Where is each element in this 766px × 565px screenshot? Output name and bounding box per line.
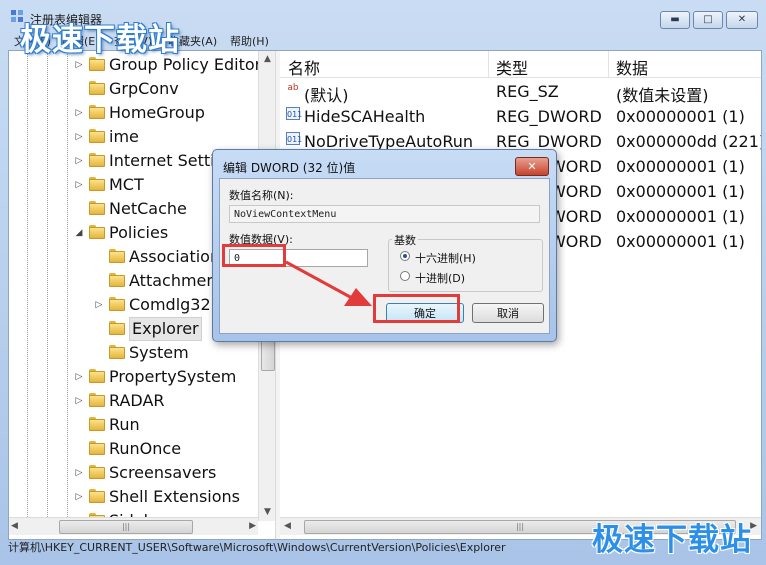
column-separator[interactable] bbox=[608, 51, 609, 77]
expand-arrow-icon[interactable]: ▷ bbox=[73, 485, 85, 509]
folder-icon bbox=[89, 489, 105, 503]
folder-icon bbox=[89, 369, 105, 383]
folder-icon bbox=[89, 201, 105, 215]
scroll-left-arrow-icon[interactable]: ◀ bbox=[11, 518, 18, 535]
column-separator[interactable] bbox=[488, 51, 489, 77]
value-name: HideSCAHealth bbox=[304, 107, 426, 126]
folder-icon bbox=[89, 57, 105, 71]
value-type: REG_DWORD bbox=[496, 107, 602, 126]
scroll-right-arrow-icon[interactable]: ▶ bbox=[249, 518, 256, 535]
folder-icon bbox=[89, 81, 105, 95]
tree-horizontal-scrollbar[interactable]: ◀ ||| ▶ bbox=[9, 517, 258, 535]
tree-guide-line bbox=[67, 51, 68, 521]
folder-icon bbox=[89, 105, 105, 119]
string-value-icon: ab bbox=[287, 83, 299, 93]
table-row[interactable]: 011 HideSCAHealth REG_DWORD 0x00000001 (… bbox=[280, 104, 761, 129]
scroll-up-arrow-icon[interactable]: ▲ bbox=[259, 51, 275, 68]
tree-guide-line bbox=[27, 51, 28, 521]
radio-unchecked-icon[interactable] bbox=[400, 271, 410, 281]
folder-icon bbox=[89, 129, 105, 143]
expand-arrow-icon[interactable]: ▷ bbox=[73, 461, 85, 485]
expand-arrow-icon[interactable]: ▷ bbox=[73, 149, 85, 173]
folder-icon bbox=[89, 153, 105, 167]
value-type: REG_SZ bbox=[496, 82, 559, 101]
folder-icon bbox=[89, 177, 105, 191]
expand-arrow-icon[interactable]: ▷ bbox=[73, 173, 85, 197]
value-name: (默认) bbox=[304, 86, 349, 105]
folder-icon bbox=[109, 345, 125, 359]
value-data: 0x000000dd (221) bbox=[616, 132, 761, 151]
value-data: (数值未设置) bbox=[616, 86, 709, 105]
radio-checked-icon[interactable] bbox=[400, 251, 410, 261]
column-header-type[interactable]: 类型 bbox=[496, 55, 528, 79]
folder-icon bbox=[109, 249, 125, 263]
folder-icon bbox=[89, 393, 105, 407]
highlight-box-data-input bbox=[222, 244, 286, 267]
registry-editor-window: 注册表编辑器 ▬ □ ✕ 文件(F) 编辑(E) 查看(V) 收藏夹(A) 帮助… bbox=[0, 0, 766, 565]
maximize-button[interactable]: □ bbox=[693, 11, 723, 29]
watermark-top: 极速下载站 bbox=[20, 22, 180, 58]
collapse-arrow-icon[interactable]: ◢ bbox=[73, 221, 85, 245]
value-data: 0x00000001 (1) bbox=[616, 207, 745, 226]
value-name-field: NoViewContextMenu bbox=[229, 205, 540, 223]
column-header-data[interactable]: 数据 bbox=[616, 55, 648, 79]
folder-icon bbox=[89, 441, 105, 455]
expand-arrow-icon[interactable]: ▷ bbox=[93, 293, 105, 317]
expand-arrow-icon[interactable]: ▷ bbox=[73, 365, 85, 389]
table-row[interactable]: ab (默认) REG_SZ (数值未设置) bbox=[280, 79, 761, 105]
close-button[interactable]: ✕ bbox=[726, 11, 758, 29]
dialog-title: 编辑 DWORD (32 位)值 bbox=[223, 161, 356, 175]
binary-value-icon: 011 bbox=[286, 132, 302, 145]
folder-icon bbox=[89, 465, 105, 479]
value-data: 0x00000001 (1) bbox=[616, 232, 745, 251]
value-data: 0x00000001 (1) bbox=[616, 157, 745, 176]
value-data: 0x00000001 (1) bbox=[616, 182, 745, 201]
scroll-down-arrow-icon[interactable]: ▼ bbox=[259, 504, 275, 521]
value-name-label: 数值名称(N): bbox=[229, 189, 294, 202]
folder-icon bbox=[89, 417, 105, 431]
folder-icon bbox=[109, 297, 125, 311]
menu-help[interactable]: 帮助(H) bbox=[230, 33, 269, 49]
watermark-bottom: 极速下载站 bbox=[592, 522, 752, 558]
binary-value-icon: 011 bbox=[286, 107, 302, 120]
expand-arrow-icon[interactable]: ▷ bbox=[73, 101, 85, 125]
value-data: 0x00000001 (1) bbox=[616, 107, 745, 126]
scroll-left-arrow-icon[interactable]: ◀ bbox=[284, 518, 291, 535]
cancel-button[interactable]: 取消 bbox=[472, 303, 544, 323]
folder-icon bbox=[109, 321, 125, 335]
column-header-name[interactable]: 名称 bbox=[288, 55, 320, 79]
tree-guide-line bbox=[47, 51, 48, 521]
tree-hscroll-thumb[interactable]: ||| bbox=[59, 520, 193, 534]
minimize-button[interactable]: ▬ bbox=[660, 11, 690, 29]
expand-arrow-icon[interactable]: ▷ bbox=[73, 125, 85, 149]
expand-arrow-icon[interactable]: ▷ bbox=[73, 389, 85, 413]
folder-icon bbox=[109, 273, 125, 287]
dialog-close-button[interactable]: ✕ bbox=[515, 157, 549, 176]
highlight-box-ok-button bbox=[373, 294, 460, 323]
folder-icon bbox=[89, 225, 105, 239]
list-header: 名称 类型 数据 bbox=[280, 51, 761, 78]
base-label: 基数 bbox=[392, 232, 418, 248]
